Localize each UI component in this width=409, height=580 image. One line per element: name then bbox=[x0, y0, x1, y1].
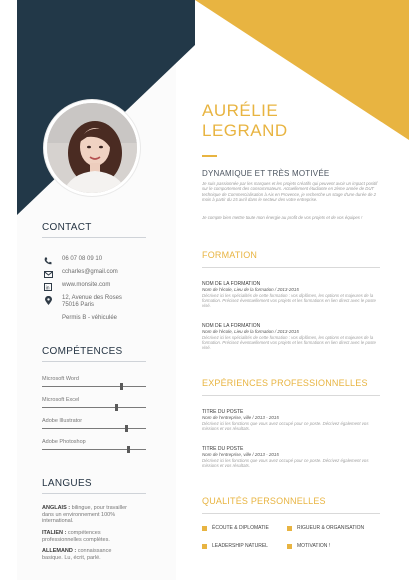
license-spacer bbox=[42, 315, 54, 325]
website-text: www.monsite.com bbox=[62, 282, 111, 288]
formation-heading: FORMATION bbox=[202, 250, 258, 260]
job-subtitle: Nom de l'entreprise, ville / 2013 - 2015 bbox=[202, 452, 279, 457]
quality-bullet bbox=[202, 543, 207, 549]
contact-website: in www.monsite.com bbox=[42, 282, 142, 292]
qualities-divider bbox=[202, 513, 380, 514]
quality-bullet bbox=[287, 525, 292, 531]
quality-label: MOTIVATION ! bbox=[297, 543, 331, 549]
skill-item: Adobe Illustrator bbox=[42, 418, 146, 432]
skill-bar bbox=[42, 446, 146, 453]
skill-label: Adobe Illustrator bbox=[42, 418, 83, 424]
qualities-heading: QUALITÉS PERSONNELLES bbox=[202, 496, 326, 506]
svg-text:in: in bbox=[46, 285, 50, 291]
contact-email: ccharles@gmail.com bbox=[42, 269, 142, 279]
resume-page: CONTACT 06 07 08 09 10 ccharles@gmail.co… bbox=[0, 0, 409, 580]
quality-label: LEADERSHIP NATUREL bbox=[212, 543, 268, 549]
tagline: DYNAMIQUE ET TRÈS MOTIVÉE bbox=[202, 169, 330, 178]
contact-heading: CONTACT bbox=[42, 222, 92, 233]
formation-subtitle: Nom de l'école, Lieu de la formation / 2… bbox=[202, 329, 299, 334]
email-text: ccharles@gmail.com bbox=[62, 269, 118, 275]
formation-subtitle: Nom de l'école, Lieu de la formation / 2… bbox=[202, 287, 299, 292]
formation-description: Décrivez ici les spécialités de cette fo… bbox=[202, 293, 376, 309]
quality-item: MOTIVATION ! bbox=[287, 543, 330, 549]
quality-bullet bbox=[287, 543, 292, 549]
phone-text: 06 07 08 09 10 bbox=[62, 256, 103, 262]
skill-item: Microsoft Excel bbox=[42, 397, 146, 411]
languages-heading: LANGUES bbox=[42, 478, 92, 489]
skill-level-marker bbox=[127, 446, 131, 453]
quality-label: RIGUEUR & ORGANISATION bbox=[297, 525, 365, 531]
intro-paragraph-2: Je compte bien mettre toute mon énergie … bbox=[202, 215, 363, 220]
quality-label: ÉCOUTE & DIPLOMATIE bbox=[212, 525, 269, 531]
license-text: Permis B - véhiculée bbox=[62, 315, 118, 321]
languages-divider bbox=[42, 493, 146, 494]
linkedin-icon: in bbox=[42, 282, 54, 292]
contact-address: 12, Avenue des Roses 75016 Paris bbox=[42, 295, 132, 309]
skills-heading: COMPÉTENCES bbox=[42, 346, 123, 357]
language-item: ITALIEN : compétences professionnelles c… bbox=[42, 530, 128, 543]
quality-item: LEADERSHIP NATUREL bbox=[202, 543, 268, 549]
formation-description: Décrivez ici les spécialités de cette fo… bbox=[202, 335, 376, 351]
email-icon bbox=[42, 269, 54, 279]
skill-item: Microsoft Word bbox=[42, 376, 146, 390]
first-name: AURÉLIE bbox=[202, 101, 279, 120]
skills-divider bbox=[42, 361, 146, 362]
skill-level-marker bbox=[125, 425, 129, 432]
formation-divider bbox=[202, 267, 380, 268]
language-name: ANGLAIS : bbox=[42, 505, 71, 511]
last-name: LEGRAND bbox=[202, 121, 288, 140]
skill-label: Adobe Photoshop bbox=[42, 439, 86, 445]
address-text: 12, Avenue des Roses 75016 Paris bbox=[62, 295, 122, 308]
phone-icon bbox=[42, 256, 54, 266]
skill-bar bbox=[42, 404, 146, 411]
job-description: Décrivez ici les fonctions que vous avez… bbox=[202, 421, 369, 432]
location-pin-icon bbox=[42, 295, 54, 305]
contact-phone: 06 07 08 09 10 bbox=[42, 256, 142, 266]
experience-heading: EXPÉRIENCES PROFESSIONNELLES bbox=[202, 378, 368, 388]
job-description: Décrivez ici les fonctions que vous avez… bbox=[202, 458, 369, 469]
language-name: ITALIEN : bbox=[42, 530, 67, 536]
experience-divider bbox=[202, 395, 380, 396]
skill-bar bbox=[42, 425, 146, 432]
skill-level-marker bbox=[120, 383, 123, 390]
language-name: ALLEMAND : bbox=[42, 548, 77, 554]
language-item: ALLEMAND : connaissance basique. Lu, écr… bbox=[42, 548, 128, 561]
skill-level-marker bbox=[114, 404, 118, 411]
name-accent-line bbox=[202, 155, 217, 157]
skill-label: Microsoft Word bbox=[42, 376, 79, 382]
contact-license: Permis B - véhiculée bbox=[42, 315, 142, 325]
skill-bar bbox=[42, 383, 146, 390]
quality-item: ÉCOUTE & DIPLOMATIE bbox=[202, 525, 269, 531]
profile-photo bbox=[44, 100, 140, 196]
contact-divider bbox=[42, 237, 146, 238]
language-item: ANGLAIS : bilingue, pour travailler dans… bbox=[42, 505, 128, 525]
quality-bullet bbox=[202, 525, 207, 531]
quality-item: RIGUEUR & ORGANISATION bbox=[287, 525, 364, 531]
skill-label: Microsoft Excel bbox=[42, 397, 80, 403]
skill-item: Adobe Photoshop bbox=[42, 439, 146, 453]
intro-paragraph: Je suis passionnée par les marques et le… bbox=[202, 181, 378, 203]
job-subtitle: Nom de l'entreprise, ville / 2013 - 2015 bbox=[202, 415, 279, 420]
